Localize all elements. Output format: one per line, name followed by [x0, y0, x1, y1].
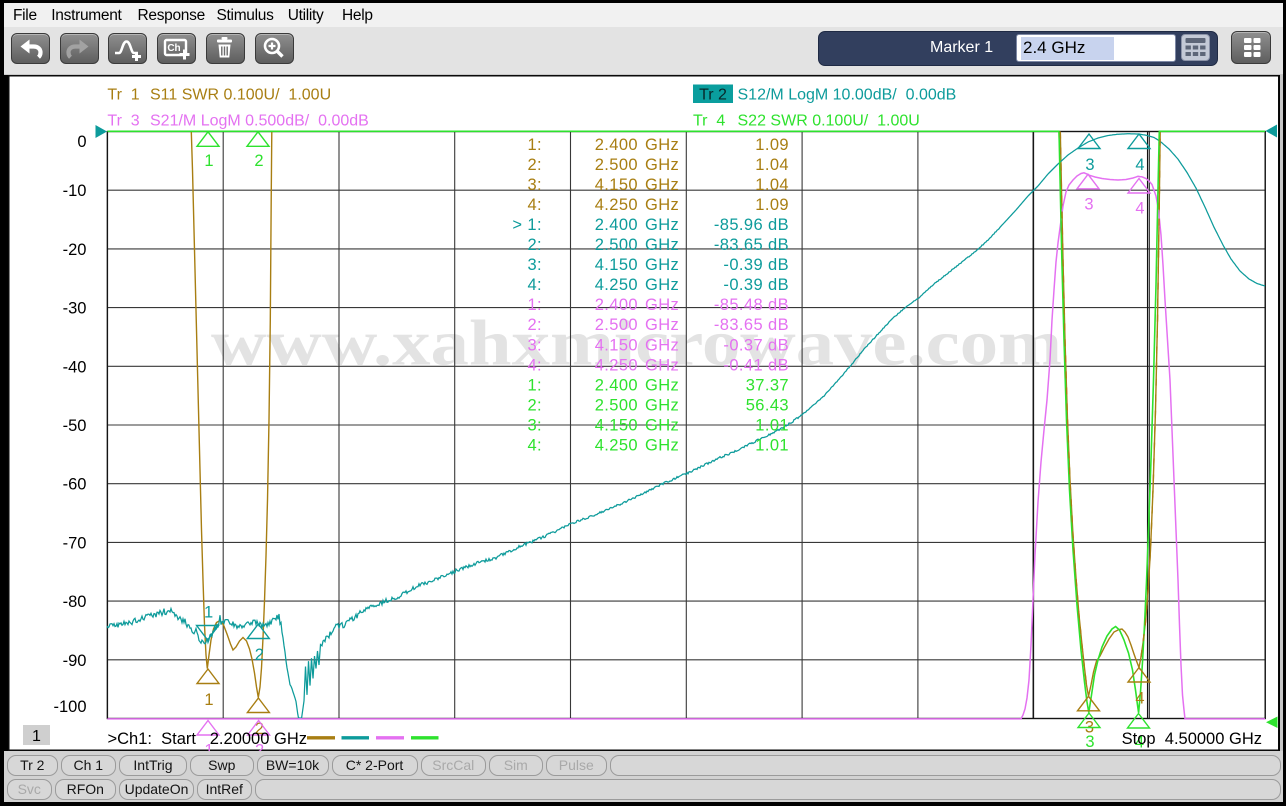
svg-text:S12/M LogM 10.00dB/ 0.00dB: S12/M LogM 10.00dB/ 0.00dB — [738, 86, 957, 103]
svg-text:GHz: GHz — [645, 196, 679, 214]
svg-text:3:: 3: — [527, 256, 542, 274]
svg-text:1:: 1: — [527, 136, 542, 154]
svg-text:2.500: 2.500 — [595, 397, 638, 415]
svg-text:-85.96 dB: -85.96 dB — [714, 216, 789, 234]
svg-text:GHz: GHz — [645, 256, 679, 274]
svg-text:2.500: 2.500 — [595, 236, 638, 254]
svg-text:4.250: 4.250 — [595, 196, 638, 214]
svg-text:-80: -80 — [63, 593, 87, 611]
svg-text:2.400: 2.400 — [595, 376, 638, 394]
svg-text:4.150: 4.150 — [595, 256, 638, 274]
svg-text:4: 4 — [1135, 690, 1144, 708]
svg-text:2.500: 2.500 — [595, 156, 638, 174]
svg-text:GHz: GHz — [645, 236, 679, 254]
svg-text:4.250: 4.250 — [595, 356, 638, 374]
svg-text:4.250: 4.250 — [595, 276, 638, 294]
svg-text:4:: 4: — [527, 356, 542, 374]
svg-text:2.400: 2.400 — [595, 216, 638, 234]
svg-text:GHz: GHz — [645, 417, 679, 435]
svg-text:1: 1 — [204, 604, 213, 622]
svg-text:GHz: GHz — [645, 336, 679, 354]
svg-text:1.04: 1.04 — [755, 176, 789, 194]
svg-text:GHz: GHz — [645, 356, 679, 374]
svg-text:-85.48 dB: -85.48 dB — [714, 296, 789, 314]
svg-text:-0.39 dB: -0.39 dB — [723, 276, 789, 294]
svg-text:-10: -10 — [63, 182, 87, 200]
svg-text:-0.39 dB: -0.39 dB — [723, 256, 789, 274]
svg-text:>Ch1: Start 2.20000 GHz: >Ch1: Start 2.20000 GHz — [108, 730, 307, 748]
svg-text:-70: -70 — [63, 534, 87, 552]
svg-text:1: 1 — [204, 691, 213, 709]
svg-text:-0.41 dB: -0.41 dB — [723, 356, 789, 374]
svg-text:GHz: GHz — [645, 376, 679, 394]
svg-text:2:: 2: — [527, 236, 542, 254]
svg-text:Stop 4.50000 GHz: Stop 4.50000 GHz — [1122, 730, 1262, 748]
svg-text:-90: -90 — [63, 652, 87, 670]
svg-text:GHz: GHz — [645, 397, 679, 415]
svg-text:2:: 2: — [527, 156, 542, 174]
svg-text:-30: -30 — [63, 300, 87, 318]
svg-text:-100: -100 — [53, 698, 86, 716]
svg-text:4.150: 4.150 — [595, 176, 638, 194]
svg-text:2.500: 2.500 — [595, 316, 638, 334]
svg-text:4.150: 4.150 — [595, 336, 638, 354]
svg-text:Tr 3: Tr 3 — [107, 113, 139, 130]
svg-text:1.09: 1.09 — [755, 136, 789, 154]
svg-text:1:: 1: — [527, 296, 542, 314]
svg-text:3: 3 — [1085, 733, 1094, 751]
svg-text:S22 SWR 0.100U/ 1.00U: S22 SWR 0.100U/ 1.00U — [738, 113, 920, 130]
svg-text:-20: -20 — [63, 241, 87, 259]
svg-text:Ch: Ch — [167, 43, 180, 54]
svg-text:56.43: 56.43 — [746, 397, 789, 415]
svg-text:GHz: GHz — [645, 136, 679, 154]
svg-text:Tr 4: Tr 4 — [693, 113, 725, 130]
svg-text:-83.65 dB: -83.65 dB — [714, 236, 789, 254]
svg-text:Tr 1: Tr 1 — [107, 86, 139, 103]
svg-text:S11 SWR 0.100U/ 1.00U: S11 SWR 0.100U/ 1.00U — [150, 86, 331, 103]
svg-text:4: 4 — [1135, 200, 1144, 218]
svg-text:1: 1 — [32, 728, 41, 745]
svg-text:1.01: 1.01 — [755, 417, 789, 435]
svg-text:GHz: GHz — [645, 276, 679, 294]
svg-text:GHz: GHz — [645, 296, 679, 314]
svg-text:37.37: 37.37 — [746, 376, 789, 394]
svg-text:4:: 4: — [527, 196, 542, 214]
svg-text:1:: 1: — [527, 376, 542, 394]
svg-text:4:: 4: — [527, 276, 542, 294]
svg-text:-83.65 dB: -83.65 dB — [714, 316, 789, 334]
svg-text:4:: 4: — [527, 437, 542, 455]
svg-text:1.09: 1.09 — [755, 196, 789, 214]
svg-text:4.250: 4.250 — [595, 437, 638, 455]
svg-text:2.400: 2.400 — [595, 296, 638, 314]
svg-text:3:: 3: — [527, 336, 542, 354]
svg-text:4: 4 — [1135, 156, 1144, 174]
svg-text:3:: 3: — [527, 417, 542, 435]
svg-text:S21/M LogM 0.500dB/ 0.00dB: S21/M LogM 0.500dB/ 0.00dB — [150, 113, 369, 130]
svg-text:-40: -40 — [63, 358, 87, 376]
svg-text:2: 2 — [254, 152, 263, 170]
svg-text:2:: 2: — [527, 397, 542, 415]
svg-text:GHz: GHz — [645, 316, 679, 334]
svg-text:> 1:: > 1: — [512, 216, 542, 234]
svg-text:-0.37 dB: -0.37 dB — [723, 336, 789, 354]
svg-text:GHz: GHz — [645, 216, 679, 234]
svg-text:4.150: 4.150 — [595, 417, 638, 435]
svg-text:2: 2 — [255, 646, 264, 664]
svg-text:-50: -50 — [63, 417, 87, 435]
svg-text:1.04: 1.04 — [755, 156, 789, 174]
svg-text:3:: 3: — [527, 176, 542, 194]
svg-text:0: 0 — [77, 133, 86, 151]
svg-text:1.01: 1.01 — [755, 437, 789, 455]
svg-text:1: 1 — [204, 152, 213, 170]
svg-text:GHz: GHz — [645, 176, 679, 194]
svg-text:2:: 2: — [527, 316, 542, 334]
svg-text:2.400: 2.400 — [595, 136, 638, 154]
svg-text:3: 3 — [1085, 156, 1094, 174]
svg-text:3: 3 — [1084, 195, 1093, 213]
svg-text:-60: -60 — [63, 476, 87, 494]
svg-text:GHz: GHz — [645, 437, 679, 455]
svg-text:GHz: GHz — [645, 156, 679, 174]
svg-text:Tr 2: Tr 2 — [699, 86, 727, 103]
